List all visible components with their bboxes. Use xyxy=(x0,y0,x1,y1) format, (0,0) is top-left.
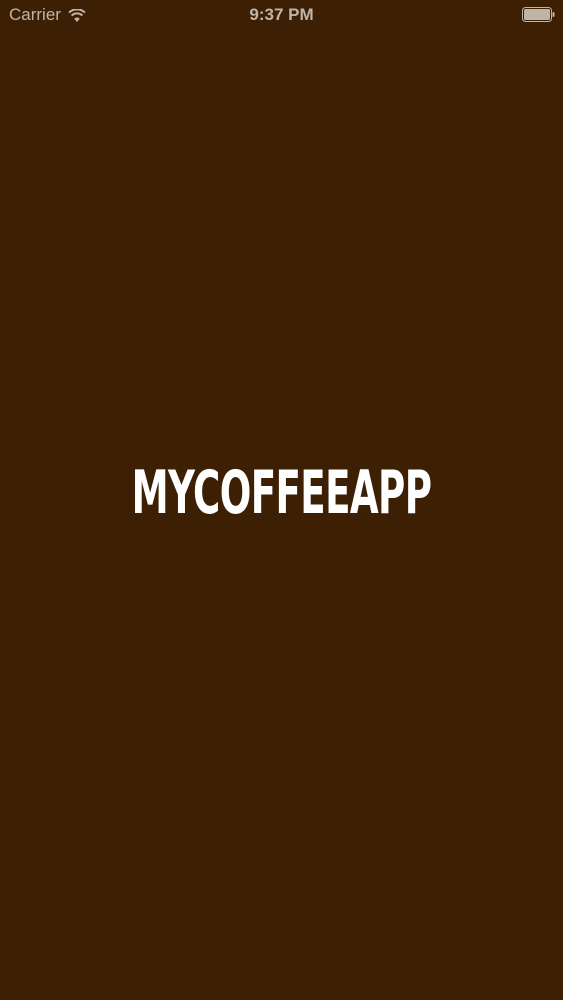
splash-screen: MYCOFFEEAPP xyxy=(0,0,563,1000)
app-logo-text: MYCOFFEEAPP xyxy=(131,458,432,528)
